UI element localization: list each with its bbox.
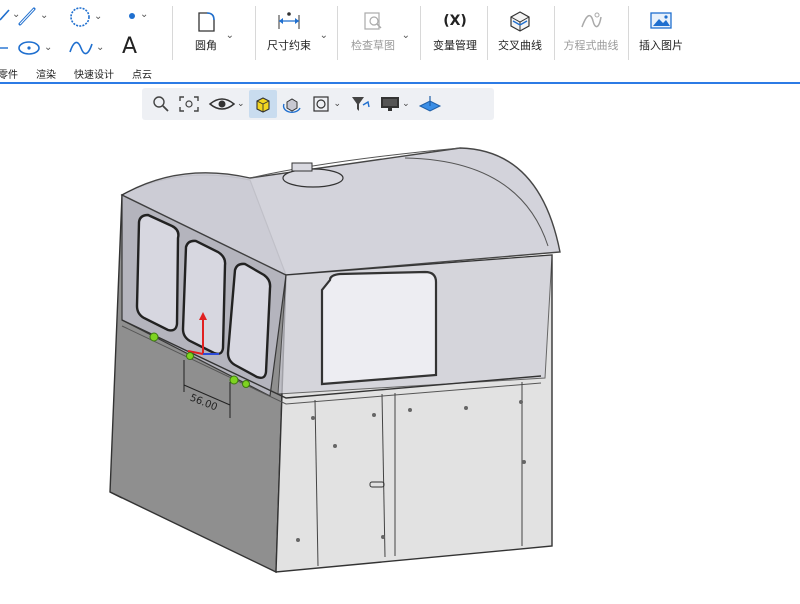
sketch-ellipse-tool[interactable]: ⌄ xyxy=(16,38,52,58)
chevron-down-icon[interactable]: ⌄ xyxy=(226,30,234,41)
separator xyxy=(628,6,629,60)
dimension-constraint-button[interactable]: 尺寸约束 ⌄ xyxy=(266,8,328,64)
sketch-spline-tool[interactable]: ⌄ xyxy=(16,6,48,26)
tab-part[interactable]: 零件 xyxy=(0,66,18,81)
chevron-down-icon[interactable]: ⌄ xyxy=(402,99,410,109)
check-sketch-label: 检查草图 xyxy=(351,39,395,52)
check-sketch-icon xyxy=(364,12,382,30)
filter-icon[interactable] xyxy=(345,90,375,118)
cab-model[interactable]: 56.00 xyxy=(0,122,800,600)
circle-icon xyxy=(70,7,90,27)
separator xyxy=(172,6,173,60)
sketch-rect-tool[interactable] xyxy=(0,40,10,54)
plane-icon[interactable] xyxy=(414,90,446,118)
chevron-down-icon[interactable]: ⌄ xyxy=(96,43,104,53)
separator xyxy=(487,6,488,60)
pen-icon xyxy=(18,7,36,26)
intersect-curve-label: 交叉曲线 xyxy=(498,39,542,52)
separator xyxy=(420,6,421,60)
line-icon xyxy=(0,9,10,21)
chevron-down-icon[interactable]: ⌄ xyxy=(402,30,410,41)
model-viewport[interactable]: 56.00 xyxy=(0,122,800,600)
tab-render[interactable]: 渲染 xyxy=(36,66,56,81)
separator xyxy=(337,6,338,60)
intersect-curve-icon xyxy=(510,11,530,32)
ribbon-tabs: 零件 渲染 快速设计 点云 xyxy=(0,66,152,81)
sketch-circle-tool[interactable]: ⌄ xyxy=(68,6,102,28)
view-eye-icon[interactable]: ⌄ xyxy=(204,90,249,118)
text-icon: A xyxy=(122,34,138,59)
variable-label: 变量管理 xyxy=(433,39,477,52)
section-view-icon[interactable]: ⌄ xyxy=(307,90,346,118)
separator xyxy=(255,6,256,60)
ribbon-toolbar: ⌄ ⌄ ⌄ ⌄ ⌄ ⌄ A 圆角 ⌄ 尺寸约束 ⌄ 检查草图 ⌄ (X) 变量管… xyxy=(0,0,800,84)
point-icon xyxy=(129,13,135,19)
dimension-icon xyxy=(278,12,300,29)
view-toolbar: ⌄ ⌄ ⌄ xyxy=(142,88,494,120)
dimension-label: 尺寸约束 xyxy=(267,39,311,52)
tab-quick-design[interactable]: 快速设计 xyxy=(74,66,114,81)
ellipse-icon xyxy=(18,41,40,55)
chevron-down-icon[interactable]: ⌄ xyxy=(320,30,328,41)
variable-icon: (X) xyxy=(443,13,467,29)
separator xyxy=(554,6,555,60)
chevron-down-icon[interactable]: ⌄ xyxy=(237,99,245,109)
sketch-curve-tool[interactable]: ⌄ xyxy=(68,38,104,58)
shaded-cube-icon[interactable] xyxy=(248,90,277,118)
insert-image-button[interactable]: 插入图片 xyxy=(638,8,684,64)
chevron-down-icon[interactable]: ⌄ xyxy=(44,43,52,53)
curve-icon xyxy=(69,41,93,55)
fillet-icon xyxy=(198,12,215,32)
variable-management-button[interactable]: (X) 变量管理 xyxy=(432,8,478,64)
image-icon xyxy=(650,12,672,29)
chevron-down-icon[interactable]: ⌄ xyxy=(94,12,102,22)
equation-curve-label: 方程式曲线 xyxy=(563,39,619,52)
sketch-text-tool[interactable]: A xyxy=(122,34,137,59)
intersect-curve-button[interactable]: 交叉曲线 xyxy=(496,8,544,64)
display-monitor-icon[interactable]: ⌄ xyxy=(375,90,414,118)
rect-icon xyxy=(0,47,8,49)
equation-curve-icon xyxy=(581,12,602,28)
chevron-down-icon[interactable]: ⌄ xyxy=(40,11,48,21)
rotate-view-icon[interactable] xyxy=(277,90,307,118)
insert-image-label: 插入图片 xyxy=(639,39,683,52)
check-sketch-button[interactable]: 检查草图 ⌄ xyxy=(350,8,410,64)
fillet-label: 圆角 xyxy=(195,39,217,52)
tab-point-cloud[interactable]: 点云 xyxy=(132,66,152,81)
equation-curve-button[interactable]: 方程式曲线 xyxy=(562,8,620,64)
chevron-down-icon[interactable]: ⌄ xyxy=(140,10,148,20)
sketch-point-tool[interactable]: ⌄ xyxy=(126,8,148,22)
zoom-icon[interactable] xyxy=(148,90,174,118)
zoom-fit-icon[interactable] xyxy=(174,90,204,118)
fillet-button[interactable]: 圆角 ⌄ xyxy=(192,8,234,64)
chevron-down-icon[interactable]: ⌄ xyxy=(334,99,342,109)
